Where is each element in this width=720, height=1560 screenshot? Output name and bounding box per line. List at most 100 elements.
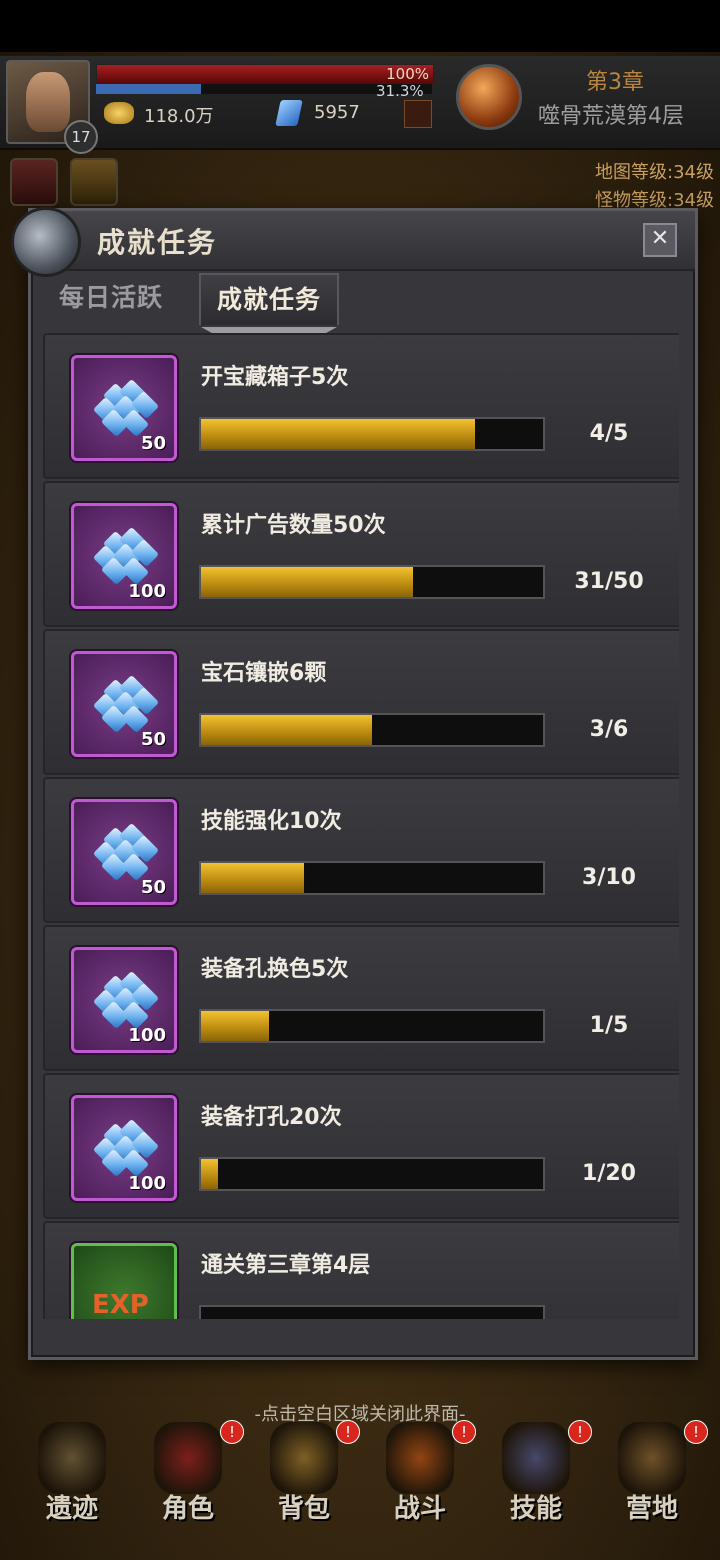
notification-badge: ! — [684, 1420, 708, 1444]
bottom-nav: 遗迹! 角色! 背包! 战斗! 技能! 营地 — [0, 1410, 720, 1560]
exp-reward-icon[interactable]: EXP — [71, 1243, 177, 1319]
quest-progress-count: 31/50 — [574, 569, 644, 594]
nav-label: 技能 — [509, 1494, 562, 1524]
backpack-icon — [270, 1422, 338, 1494]
hp-bar: 100% — [96, 64, 434, 84]
quest-title: 装备打孔20次 — [201, 1105, 342, 1130]
quest-progress-fill — [201, 419, 475, 449]
notification-badge: ! — [336, 1420, 360, 1444]
quest-title: 开宝藏箱子5次 — [201, 365, 349, 390]
reward-count: 100 — [128, 1173, 166, 1194]
crystal-pile-icon — [88, 674, 160, 734]
crystal-pile-icon — [88, 822, 160, 882]
gem-amount: 5957 — [314, 102, 360, 123]
reward-count: 100 — [128, 581, 166, 602]
nav-camp[interactable]: ! 营地 — [592, 1410, 712, 1560]
chapter-title: 第3章 — [586, 70, 644, 95]
tab-daily-active[interactable]: 每日活跃 — [43, 273, 179, 323]
hp-bar-fill — [97, 65, 433, 83]
dialog-header: 成就任务 ✕ — [11, 207, 695, 277]
quest-row[interactable]: 50 宝石镶嵌6颗 3/6 — [43, 629, 679, 775]
gold-coin-icon — [104, 102, 134, 124]
reward-count: 50 — [140, 433, 166, 454]
map-level: 地图等级:34级 — [595, 162, 714, 183]
quest-row[interactable]: 100 装备孔换色5次 1/5 — [43, 925, 679, 1071]
quest-list[interactable]: 50 开宝藏箱子5次 4/5 100 累计广告数量50次 31/50 50 宝石镶嵌6颗 3/6… — [43, 333, 679, 1319]
nav-battle[interactable]: ! 战斗 — [360, 1410, 480, 1560]
quest-progress-fill — [201, 863, 304, 893]
stage-name: 噬骨荒漠第4层 — [538, 104, 684, 129]
hp-percent: 100% — [386, 65, 429, 83]
quest-progress-count: 1/5 — [589, 1013, 629, 1038]
quest-progress-fill — [201, 567, 414, 597]
quest-row[interactable]: 100 装备打孔20次 1/20 — [43, 1073, 679, 1219]
quest-title: 累计广告数量50次 — [201, 513, 386, 538]
crystal-pile-icon — [88, 378, 160, 438]
nav-ruins[interactable]: 遗迹 — [12, 1410, 132, 1560]
quest-title: 通关第三章第4层 — [201, 1253, 371, 1278]
nav-label: 背包 — [277, 1494, 330, 1524]
quest-row[interactable]: 50 技能强化10次 3/10 — [43, 777, 679, 923]
dialog-title: 成就任务 — [97, 226, 218, 259]
quest-progress-bar — [199, 1157, 545, 1191]
quest-progress-bar — [199, 713, 545, 747]
player-level-badge: 17 — [64, 120, 98, 154]
gem-reward-icon[interactable]: 100 — [71, 1095, 177, 1201]
exp-label: EXP — [92, 1290, 149, 1319]
character-icon — [154, 1422, 222, 1494]
sword-upgrade-icon[interactable] — [10, 158, 58, 206]
nav-label: 战斗 — [393, 1494, 446, 1524]
notification-badge: ! — [220, 1420, 244, 1444]
status-bar — [0, 0, 720, 52]
quest-progress-count: 3/10 — [582, 865, 636, 890]
exp-percent: 31.3% — [376, 82, 424, 100]
quest-progress-count: 3/6 — [589, 717, 629, 742]
nav-label: 营地 — [625, 1494, 678, 1524]
nav-skills[interactable]: ! 技能 — [476, 1410, 596, 1560]
tab-achievements[interactable]: 成就任务 — [199, 273, 340, 325]
achievement-dialog: 成就任务 ✕ 每日活跃 成就任务 50 开宝藏箱子5次 4/5 100 累计广告数量50… — [11, 207, 698, 1360]
nav-label: 角色 — [161, 1494, 214, 1524]
quest-progress-count: 1/20 — [582, 1161, 636, 1186]
dialog-emblem-icon — [11, 207, 81, 277]
reward-count: 100 — [128, 1025, 166, 1046]
tab-bar: 每日活跃 成就任务 — [43, 273, 683, 325]
quest-row[interactable]: EXP 通关第三章第4层 — [43, 1221, 679, 1319]
quest-progress-fill — [201, 1159, 219, 1189]
close-button[interactable]: ✕ — [643, 223, 677, 257]
quest-progress-bar — [199, 1305, 545, 1319]
nav-backpack[interactable]: ! 背包 — [244, 1410, 364, 1560]
quest-progress-fill — [201, 715, 372, 745]
notification-badge: ! — [452, 1420, 476, 1444]
crystal-pile-icon — [88, 970, 160, 1030]
camp-icon — [618, 1422, 686, 1494]
quest-progress-count: 4/5 — [589, 421, 629, 446]
battle-icon — [386, 1422, 454, 1494]
treasure-chest-icon[interactable] — [70, 158, 118, 206]
gem-reward-icon[interactable]: 50 — [71, 799, 177, 905]
quest-progress-bar — [199, 1009, 545, 1043]
nav-character[interactable]: ! 角色 — [128, 1410, 248, 1560]
notification-badge: ! — [568, 1420, 592, 1444]
quest-title: 技能强化10次 — [201, 809, 342, 834]
exp-bar-fill — [96, 84, 202, 94]
gem-reward-icon[interactable]: 50 — [71, 651, 177, 757]
quest-progress-bar — [199, 861, 545, 895]
chapter-orb-icon[interactable] — [456, 64, 522, 130]
quest-row[interactable]: 50 开宝藏箱子5次 4/5 — [43, 333, 679, 479]
gold-amount: 118.0万 — [144, 106, 214, 127]
crystal-pile-icon — [88, 526, 160, 586]
quest-progress-bar — [199, 565, 545, 599]
ruins-icon — [38, 1422, 106, 1494]
quest-title: 装备孔换色5次 — [201, 957, 349, 982]
reward-count: 50 — [140, 877, 166, 898]
crystal-pile-icon — [88, 1118, 160, 1178]
nav-label: 遗迹 — [45, 1494, 98, 1524]
hud-plus-button[interactable] — [404, 100, 432, 128]
gem-reward-icon[interactable]: 50 — [71, 355, 177, 461]
gem-reward-icon[interactable]: 100 — [71, 503, 177, 609]
gem-reward-icon[interactable]: 100 — [71, 947, 177, 1053]
reward-count: 50 — [140, 729, 166, 750]
quest-row[interactable]: 100 累计广告数量50次 31/50 — [43, 481, 679, 627]
quest-progress-bar — [199, 417, 545, 451]
